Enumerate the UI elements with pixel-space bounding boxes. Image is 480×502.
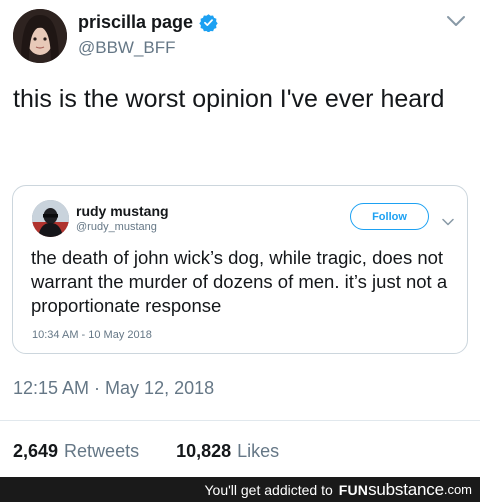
quoted-tweet[interactable]: rudy mustang @rudy_mustang Follow the de… [12,185,468,354]
quoted-display-name[interactable]: rudy mustang [76,203,169,219]
divider [0,420,480,421]
retweets-label: Retweets [64,441,140,461]
tweet-timestamp[interactable]: 12:15 AM · May 12, 2018 [13,378,214,399]
quoted-timestamp[interactable]: 10:34 AM - 10 May 2018 [32,329,152,341]
avatar[interactable] [13,9,67,63]
engagement-stats: 2,649 Retweets 10,828 Likes [13,441,279,462]
display-name[interactable]: priscilla page [78,12,218,33]
chevron-down-icon[interactable] [442,213,454,226]
likes-stat[interactable]: 10,828 Likes [176,441,279,462]
likes-label: Likes [237,441,280,461]
likes-count: 10,828 [176,441,232,461]
quoted-avatar[interactable] [32,200,69,237]
chevron-down-icon[interactable] [446,14,466,28]
brand-fun: FUN [338,481,369,498]
follow-button[interactable]: Follow [350,203,429,230]
brand-com: .com [443,482,472,497]
watermark-footer: You'll get addicted to FUN substance .co… [0,477,480,502]
verified-badge-icon [199,13,218,33]
brand-substance: substance [368,479,444,499]
retweets-stat[interactable]: 2,649 Retweets [13,441,139,462]
footer-tagline: You'll get addicted to [204,481,333,498]
quoted-user-handle[interactable]: @rudy_mustang [76,221,157,233]
user-handle[interactable]: @BBW_BFF [78,38,176,58]
display-name-text[interactable]: priscilla page [78,12,193,33]
tweet-header: priscilla page @BBW_BFF [0,0,480,72]
quoted-tweet-text: the death of john wick’s dog, while trag… [31,247,448,316]
tweet-text: this is the worst opinion I've ever hear… [13,85,445,113]
retweets-count: 2,649 [13,441,59,461]
